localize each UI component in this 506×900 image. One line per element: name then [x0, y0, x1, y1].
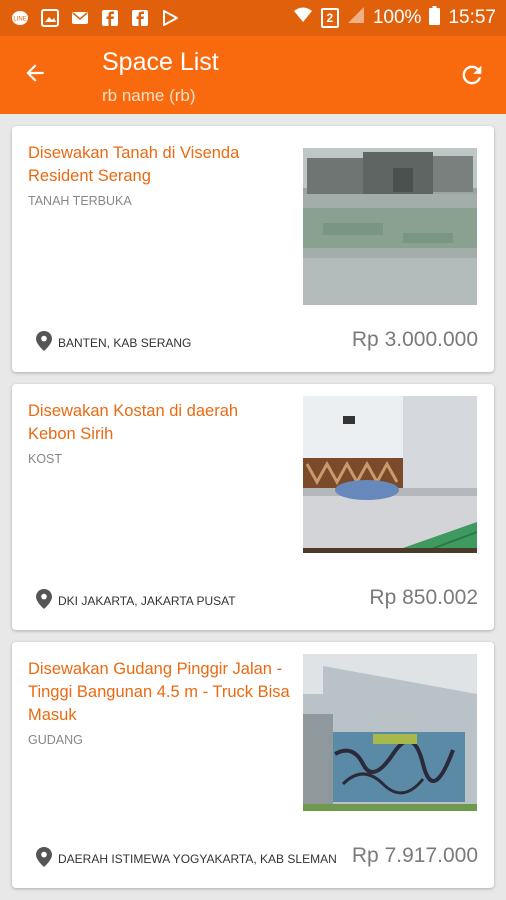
listing-price: Rp 850.002	[369, 586, 478, 609]
facebook-icon	[100, 8, 120, 28]
arrow-left-icon	[22, 60, 48, 91]
listing-card[interactable]: Disewakan Tanah di Visenda Resident Sera…	[12, 126, 494, 372]
listing-card[interactable]: Disewakan Kostan di daerah Kebon Sirih K…	[12, 384, 494, 630]
listing-title[interactable]: Disewakan Kostan di daerah Kebon Sirih	[28, 400, 290, 446]
sim-indicator: 2	[320, 8, 339, 28]
refresh-icon	[458, 61, 486, 94]
listing-image[interactable]	[303, 396, 477, 553]
signal-icon	[347, 6, 365, 30]
listing-location: DKI JAKARTA, JAKARTA PUSAT	[58, 593, 236, 608]
listing-price: Rp 3.000.000	[351, 328, 478, 351]
listing-card[interactable]: Disewakan Gudang Pinggir Jalan - Tinggi …	[12, 642, 494, 888]
listing-price: Rp 7.917.000	[351, 844, 478, 867]
battery-percent: 100%	[372, 7, 422, 28]
listing-image[interactable]	[303, 148, 477, 305]
page-title: Space List	[102, 48, 219, 76]
back-button[interactable]	[18, 58, 52, 92]
listing-location: BANTEN, KAB SERANG	[58, 335, 192, 350]
location-pin-icon	[36, 589, 52, 612]
listing-image[interactable]	[303, 654, 477, 811]
listing-type: KOST	[28, 452, 63, 466]
sms-icon	[70, 8, 90, 28]
clock: 15:57	[448, 7, 496, 28]
listing-title[interactable]: Disewakan Tanah di Visenda Resident Sera…	[28, 142, 290, 188]
app-bar: Space List rb name (rb)	[0, 36, 506, 114]
listing-type: TANAH TERBUKA	[28, 194, 132, 208]
refresh-button[interactable]	[455, 60, 489, 94]
facebook-icon	[130, 8, 150, 28]
line-icon: LINE	[10, 8, 30, 28]
location-pin-icon	[36, 331, 52, 354]
status-bar: LINE 2 100% 15:57	[0, 0, 506, 36]
listing-location: DAERAH ISTIMEWA YOGYAKARTA, KAB SLEMAN	[58, 851, 337, 866]
listing-type: GUDANG	[28, 733, 83, 747]
wifi-icon	[293, 6, 313, 30]
image-icon	[40, 8, 60, 28]
listing-title[interactable]: Disewakan Gudang Pinggir Jalan - Tinggi …	[28, 658, 290, 727]
play-store-icon	[160, 8, 180, 28]
location-pin-icon	[36, 847, 52, 870]
page-subtitle: rb name (rb)	[102, 86, 196, 105]
battery-icon	[429, 5, 441, 31]
svg-text:LINE: LINE	[13, 17, 26, 23]
